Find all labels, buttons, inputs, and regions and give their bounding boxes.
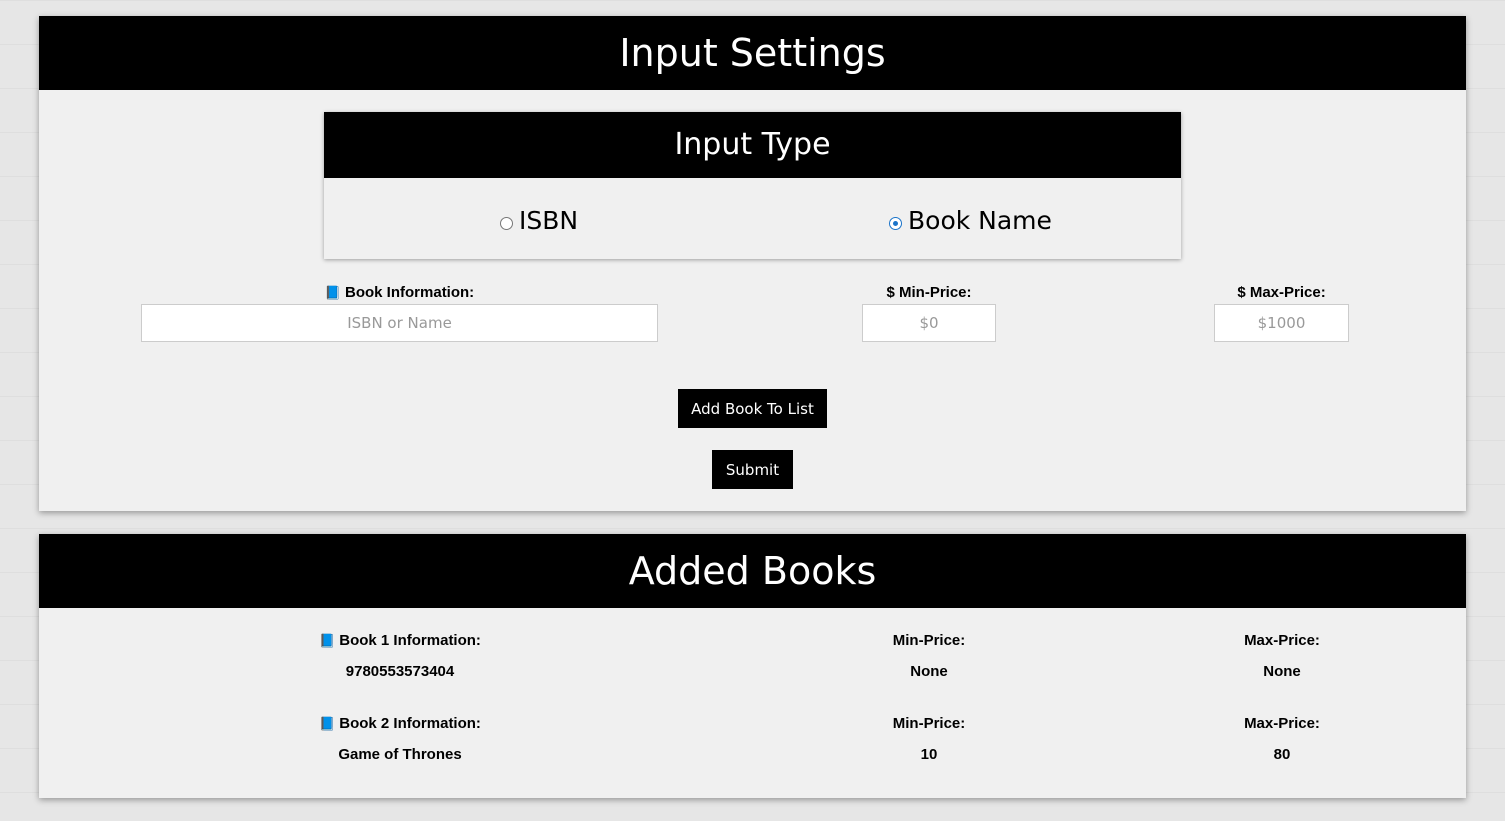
book-1-max-label: Max-Price: — [1244, 632, 1320, 649]
book-2-max-label: Max-Price: — [1244, 715, 1320, 732]
add-book-button[interactable]: Add Book To List — [678, 389, 827, 428]
book-1-min-label: Min-Price: — [892, 632, 966, 649]
book-icon: 📘 — [324, 285, 342, 300]
book-2-info-value: Game of Thrones — [338, 746, 462, 763]
input-type-card: Input Type ISBN Book Name — [324, 112, 1181, 259]
radio-isbn[interactable]: ISBN — [500, 206, 578, 235]
max-price-label: $ Max-Price: — [1237, 284, 1326, 301]
radio-book-name[interactable]: Book Name — [889, 206, 1052, 235]
book-info-label: 📘 Book Information: — [324, 284, 475, 301]
book-1-info-label: 📘 Book 1 Information: — [319, 632, 481, 649]
radio-book-name-indicator[interactable] — [889, 216, 902, 230]
input-settings-panel: Input Settings Input Type ISBN Book Name… — [39, 16, 1466, 511]
added-books-title: Added Books — [39, 534, 1466, 608]
radio-isbn-indicator[interactable] — [500, 216, 513, 230]
book-info-input[interactable] — [141, 304, 658, 342]
added-books-panel: Added Books 📘 Book 1 Information: 9780553… — [39, 534, 1466, 798]
book-1-info-value: 9780553573404 — [345, 663, 455, 680]
radio-isbn-label: ISBN — [519, 206, 579, 235]
book-1-max-value: None — [1263, 663, 1301, 680]
book-1-min-value: None — [910, 663, 948, 680]
submit-button[interactable]: Submit — [712, 450, 793, 489]
book-icon: 📘 — [319, 633, 336, 648]
book-2-min-value: 10 — [920, 746, 938, 763]
book-icon: 📘 — [319, 716, 336, 731]
book-2-min-label: Min-Price: — [892, 715, 966, 732]
min-price-input[interactable] — [862, 304, 996, 342]
input-settings-title: Input Settings — [39, 16, 1466, 90]
radio-book-name-label: Book Name — [908, 206, 1052, 235]
input-type-title: Input Type — [324, 112, 1181, 178]
book-2-max-value: 80 — [1273, 746, 1291, 763]
max-price-input[interactable] — [1214, 304, 1349, 342]
min-price-label: $ Min-Price: — [886, 284, 972, 301]
book-2-info-label: 📘 Book 2 Information: — [319, 715, 481, 732]
